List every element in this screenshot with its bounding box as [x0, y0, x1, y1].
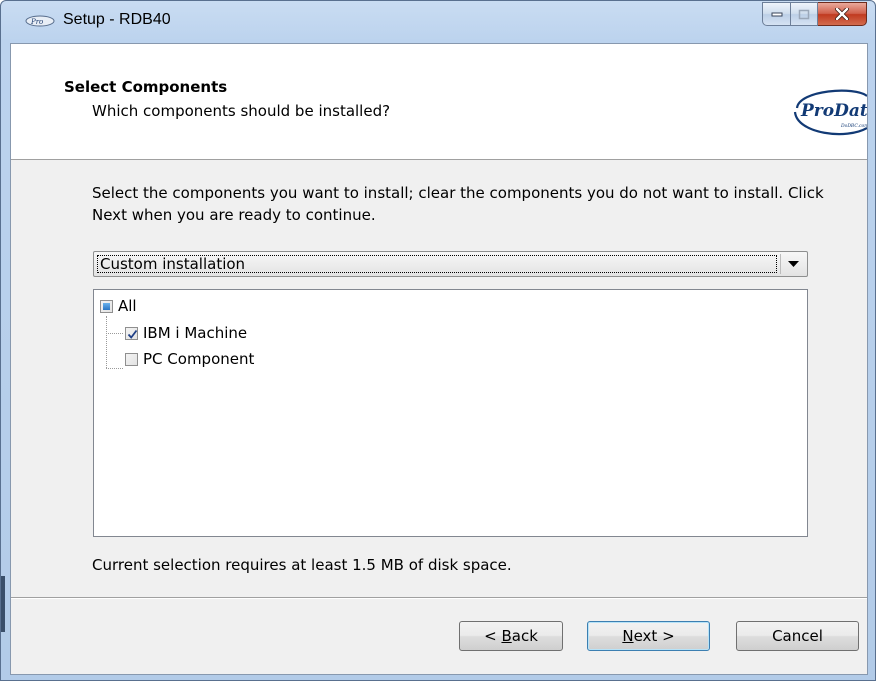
back-rest: ack: [511, 627, 538, 645]
component-label: PC Component: [143, 350, 255, 368]
back-mnemonic: B: [501, 627, 512, 645]
window-title: Setup - RDB40: [63, 11, 171, 28]
disk-space-text: Current selection requires at least 1.5 …: [92, 556, 512, 574]
next-rest: ext >: [633, 627, 675, 645]
wizard-client-area: Select Components Which components shoul…: [10, 43, 868, 675]
window-edge-shadow: [1, 576, 5, 632]
components-tree[interactable]: All IBM i Machine PC Component: [93, 289, 808, 537]
dropdown-separator: [780, 254, 781, 274]
close-icon: [835, 8, 849, 20]
tree-connector: [106, 333, 123, 334]
page-subtitle: Which components should be installed?: [92, 102, 391, 120]
tree-connector: [106, 316, 107, 368]
maximize-button[interactable]: [791, 2, 818, 26]
caption-buttons: [762, 2, 867, 26]
prodata-logo: ProData DoDBC.com: [793, 89, 867, 136]
back-prefix: <: [484, 627, 502, 645]
install-type-value: Custom installation: [97, 255, 777, 273]
cancel-button[interactable]: Cancel: [736, 621, 859, 651]
component-all[interactable]: All: [100, 296, 137, 316]
chevron-down-icon: [788, 261, 799, 267]
component-ibm-i-machine[interactable]: IBM i Machine: [125, 323, 247, 343]
tree-connector: [106, 368, 123, 369]
page-title: Select Components: [64, 78, 228, 96]
component-pc-component-checkbox[interactable]: [125, 352, 138, 366]
prodata-app-icon: Pro: [25, 15, 55, 27]
minimize-icon: [771, 12, 782, 17]
back-button[interactable]: < Back: [459, 621, 563, 651]
wizard-header: Select Components Which components shoul…: [11, 44, 867, 160]
install-type-dropdown[interactable]: Custom installation: [93, 251, 808, 277]
maximize-icon: [798, 9, 810, 19]
logo-text: ProData: [800, 101, 867, 121]
logo-subtext: DoDBC.com: [840, 123, 867, 129]
component-ibm-i-machine-checkbox[interactable]: [125, 326, 138, 340]
title-bar[interactable]: Pro Setup - RDB40: [1, 1, 875, 39]
next-button[interactable]: Next >: [587, 621, 710, 651]
component-all-checkbox[interactable]: [100, 299, 113, 313]
minimize-button[interactable]: [762, 2, 791, 26]
instructions-text: Select the components you want to instal…: [92, 184, 824, 224]
next-mnemonic: N: [622, 627, 634, 645]
component-label: All: [118, 297, 137, 315]
component-label: IBM i Machine: [143, 324, 248, 342]
close-button[interactable]: [818, 2, 867, 26]
component-pc-component[interactable]: PC Component: [125, 349, 254, 369]
svg-text:Pro: Pro: [30, 18, 43, 26]
setup-window: Pro Setup - RDB40 Select Components Whic…: [0, 0, 876, 681]
footer-divider: [11, 597, 867, 599]
checkmark-icon: [127, 329, 138, 339]
